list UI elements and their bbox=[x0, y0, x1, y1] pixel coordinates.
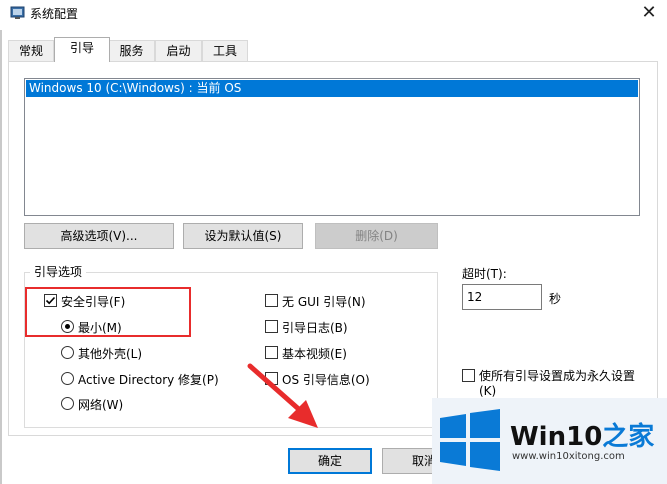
title-bar bbox=[0, 0, 667, 30]
watermark-brand-suffix: 之家 bbox=[602, 422, 655, 452]
tab-boot[interactable]: 引导 bbox=[54, 37, 110, 62]
timeout-input[interactable]: 12 bbox=[462, 284, 542, 310]
radio-alternate-shell[interactable] bbox=[61, 346, 74, 359]
safe-boot-highlight-box bbox=[25, 287, 191, 337]
window-title: 系统配置 bbox=[30, 7, 79, 21]
set-default-button[interactable]: 设为默认值(S) bbox=[183, 223, 303, 249]
close-icon[interactable]: ✕ bbox=[637, 2, 661, 24]
tab-general[interactable]: 常规 bbox=[8, 40, 54, 61]
ok-button[interactable]: 确定 bbox=[288, 448, 372, 474]
tab-tools[interactable]: 工具 bbox=[202, 40, 248, 61]
boot-options-label: 引导选项 bbox=[30, 263, 87, 280]
no-gui-boot-checkbox[interactable] bbox=[265, 294, 278, 307]
boot-log-checkbox[interactable] bbox=[265, 320, 278, 333]
timeout-unit: 秒 bbox=[549, 292, 562, 306]
radio-network[interactable] bbox=[61, 397, 74, 410]
timeout-label: 超时(T): bbox=[462, 267, 507, 281]
make-permanent-label: 使所有引导设置成为永久设置 bbox=[479, 369, 636, 383]
window-frame-edge bbox=[0, 30, 2, 484]
radio-alternate-shell-label: 其他外壳(L) bbox=[78, 347, 143, 361]
delete-button[interactable]: 删除(D) bbox=[315, 223, 438, 249]
windows-logo-icon bbox=[440, 409, 500, 471]
radio-ad-repair[interactable] bbox=[61, 372, 74, 385]
make-permanent-label-shortcut: (K) bbox=[479, 384, 497, 398]
boot-log-label: 引导日志(B) bbox=[282, 321, 348, 335]
radio-network-label: 网络(W) bbox=[78, 398, 124, 412]
make-permanent-checkbox[interactable] bbox=[462, 369, 475, 382]
base-video-checkbox[interactable] bbox=[265, 346, 278, 359]
watermark-brand-main: Win10 bbox=[510, 422, 603, 452]
watermark-brand: Win10之家 bbox=[510, 416, 654, 453]
no-gui-boot-label: 无 GUI 引导(N) bbox=[282, 295, 366, 309]
watermark-url: www.win10xitong.com bbox=[512, 451, 625, 462]
tab-services[interactable]: 服务 bbox=[108, 40, 155, 61]
os-list-item-selected[interactable]: Windows 10 (C:\Windows) : 当前 OS bbox=[26, 80, 638, 97]
radio-ad-repair-label: Active Directory 修复(P) bbox=[78, 373, 219, 387]
red-arrow-icon bbox=[247, 363, 318, 428]
tab-startup[interactable]: 启动 bbox=[155, 40, 202, 61]
msconfig-app-icon bbox=[10, 5, 26, 21]
os-list[interactable]: Windows 10 (C:\Windows) : 当前 OS bbox=[24, 78, 640, 216]
advanced-options-button[interactable]: 高级选项(V)... bbox=[24, 223, 174, 249]
